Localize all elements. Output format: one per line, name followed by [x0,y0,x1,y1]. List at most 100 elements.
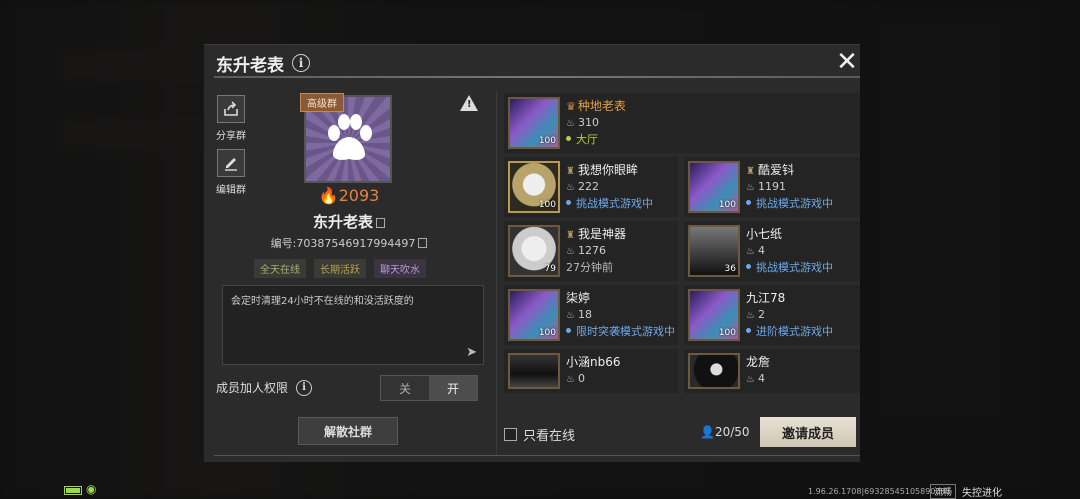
member-status: 挑战模式游戏中 [746,195,833,211]
info-icon[interactable]: i [296,379,313,396]
activity-score: 🔥2093 [318,186,380,205]
flame-icon: ♨ [566,374,575,385]
member-name: 我是神器 [577,227,626,241]
member-avatar: 100 [688,161,740,213]
report-warning-icon[interactable]: ! [460,95,478,111]
copy-icon[interactable] [376,218,385,228]
group-name: 东升老表 [204,211,494,232]
member-name: 九江78 [746,291,786,305]
title-row: 东升老表 i [216,49,310,77]
medal-icon: ♜ [566,230,575,241]
member-name: 酷爱钭 [757,163,794,177]
member-avatar [508,353,560,389]
member-score: 1191 [757,180,786,193]
battery-icon [64,486,82,495]
member-card[interactable]: 100 ♜ 酷爱钭 ♨ 1191 挑战模式游戏中 [684,157,860,217]
group-id: 编号:70387546917994497 [204,235,494,251]
online-only-checkbox[interactable] [504,428,517,441]
member-avatar: 100 [508,97,560,149]
member-name: 我想你眼眸 [577,163,638,177]
member-card[interactable]: 小涵nb66 ♨ 0 [504,349,678,393]
member-avatar: 36 [688,225,740,277]
flame-icon: ♨ [566,246,575,257]
member-name: 小涵nb66 [566,355,621,369]
member-avatar: 100 [508,161,560,213]
rank-badge: 高级群 [300,93,344,112]
member-score: 222 [577,180,599,193]
member-status: 挑战模式游戏中 [566,195,653,211]
network-quality: 流畅 [930,484,957,499]
member-score: 18 [577,308,592,321]
flame-icon: ♨ [566,182,575,193]
member-status: 进阶模式游戏中 [746,323,833,339]
permission-row: 成员加人权限 i [216,379,313,396]
permission-label: 成员加人权限 [216,381,289,395]
toggle-on[interactable]: 开 [429,376,477,400]
flame-icon: ♨ [566,118,575,129]
paw-icon [328,114,372,160]
group-tags: 全天在线 长期活跃 聊天吹水 [254,259,426,278]
member-score: 1276 [577,244,606,257]
dialog-title: 东升老表 [216,55,284,76]
flame-icon: 🔥 [318,186,339,205]
member-status: 27分钟前 [566,261,613,274]
member-name: 小七纸 [746,227,783,241]
title-divider [214,76,860,78]
member-score: 310 [577,116,599,129]
invite-member-button[interactable]: 邀请成员 [760,417,856,447]
send-icon[interactable]: ➤ [466,345,477,360]
online-only-label: 只看在线 [523,429,576,444]
bottom-divider [214,455,860,456]
flame-icon: ♨ [746,310,755,321]
permission-toggle[interactable]: 关 开 [380,375,478,401]
pencil-icon [217,149,245,177]
tag: 全天在线 [254,259,306,278]
medal-icon: ♜ [746,166,755,177]
close-icon[interactable]: ✕ [834,49,860,75]
dissolve-group-button[interactable]: 解散社群 [298,417,398,445]
share-group-button[interactable]: 分享群 [216,95,246,142]
member-card[interactable]: 龙詹 ♨ 4 [684,349,860,393]
member-avatar [688,353,740,389]
tag: 聊天吹水 [374,259,426,278]
tag: 长期活跃 [314,259,366,278]
member-card[interactable]: 100 九江78 ♨ 2 进阶模式游戏中 [684,285,860,345]
copy-icon[interactable] [418,238,428,248]
member-card[interactable]: 100 ♜ 我想你眼眸 ♨ 222 挑战模式游戏中 [504,157,678,217]
member-status: 大厅 [566,131,626,147]
panel-divider [496,91,497,455]
member-count: 👤20/50 [700,425,750,439]
toggle-off[interactable]: 关 [381,376,429,400]
member-score: 4 [757,244,765,257]
person-icon: 👤 [700,425,715,439]
member-card[interactable]: 100 柒婷 ♨ 18 限时突袭模式游戏中 [504,285,678,345]
info-icon[interactable]: i [292,54,310,72]
member-status: 挑战模式游戏中 [746,259,833,275]
member-score: 0 [577,372,585,385]
member-name: 柒婷 [566,291,591,305]
online-only-filter[interactable]: 只看在线 [504,425,575,444]
flame-icon: ♨ [746,182,755,193]
member-avatar: 100 [688,289,740,341]
member-status: 限时突袭模式游戏中 [566,323,675,339]
member-name: 龙詹 [746,355,771,369]
member-avatar: 100 [508,289,560,341]
group-description-input[interactable]: 会定时清理24小时不在线的和没活跃度的 ➤ [222,285,484,365]
member-name: 种地老表 [577,99,626,113]
wifi-icon: ◉ [86,482,97,496]
member-card[interactable]: 36 小七纸 ♨ 4 挑战模式游戏中 [684,221,860,281]
flame-icon: ♨ [746,246,755,257]
member-card[interactable]: 79 ♜ 我是神器 ♨ 1276 27分钟前 [504,221,678,281]
share-icon [217,95,245,123]
member-score: 4 [757,372,765,385]
member-avatar: 79 [508,225,560,277]
group-info-dialog: 东升老表 i ✕ 分享群 编辑群 高级群 ! 🔥2093 东升老表 编号:703 [204,44,860,462]
share-group-label: 分享群 [216,131,246,142]
member-score: 2 [757,308,765,321]
flame-icon: ♨ [746,374,755,385]
crown-icon: ♛ [566,100,576,113]
flame-icon: ♨ [566,310,575,321]
game-logo: 失控进化 [962,488,1002,499]
medal-icon: ♜ [566,166,575,177]
member-card[interactable]: 100 ♛ 种地老表 ♨ 310 大厅 [504,93,860,153]
